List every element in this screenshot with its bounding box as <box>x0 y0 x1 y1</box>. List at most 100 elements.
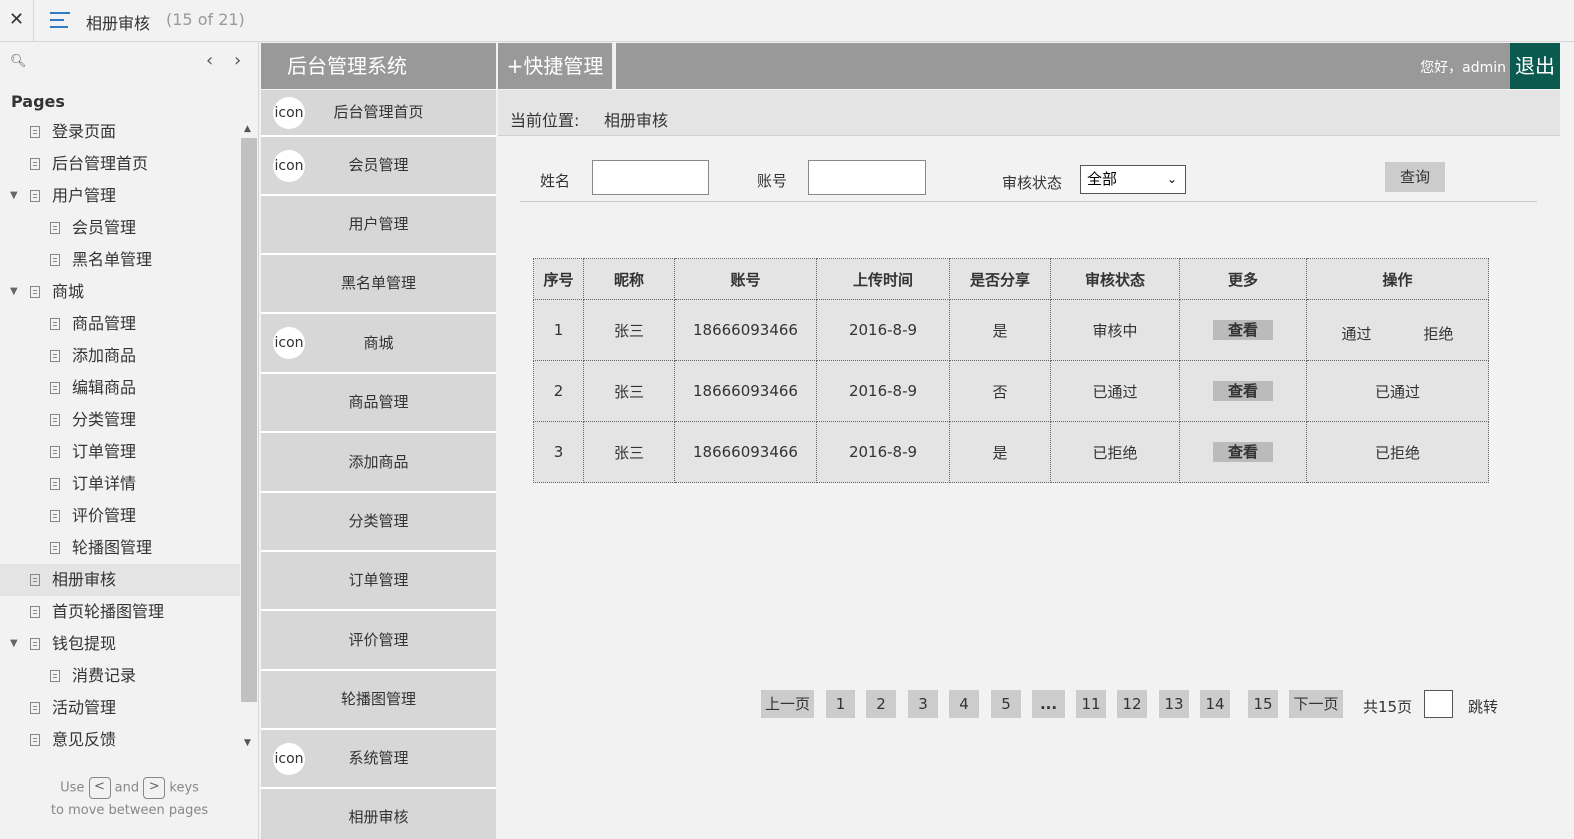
expand-arrow-icon[interactable]: ▼ <box>10 628 18 660</box>
nav-item[interactable]: 分类管理 <box>261 493 496 552</box>
nav-item[interactable]: 轮播图管理 <box>261 671 496 730</box>
page-tree-item[interactable]: ▼ 商城 <box>0 276 240 308</box>
page-tree-item[interactable]: 订单管理 <box>0 436 240 468</box>
page-tree-item[interactable]: ▼ 用户管理 <box>0 180 240 212</box>
prev-page-button[interactable]: 上一页 <box>761 690 814 718</box>
page-tree-label: 登录页面 <box>52 122 117 141</box>
chevron-down-icon: ⌄ <box>1166 172 1177 186</box>
page-tree-item[interactable]: 订单详情 <box>0 468 240 500</box>
page-tree-item[interactable]: 首页轮播图管理 <box>0 596 240 628</box>
page-number-button[interactable]: 1 <box>826 690 855 718</box>
album-review-table: 序号 昵称 账号 上传时间 是否分享 审核状态 更多 操作 1 张三 18666093466 201… <box>533 258 1489 483</box>
column-header: 账号 <box>674 258 817 300</box>
action-status: 已拒绝 <box>1374 443 1420 462</box>
nav-item[interactable]: icon 会员管理 <box>261 137 496 196</box>
nav-item[interactable]: 订单管理 <box>261 552 496 611</box>
page-tree-item[interactable]: 商品管理 <box>0 308 240 340</box>
page-number-button[interactable]: 4 <box>949 690 979 718</box>
cell-status: 已通过 <box>1050 360 1180 422</box>
page-number-button[interactable]: 2 <box>866 690 896 718</box>
cell-more: 查看 <box>1179 299 1307 361</box>
page-doc-icon <box>50 670 60 682</box>
nav-item[interactable]: 评价管理 <box>261 611 496 671</box>
expand-arrow-icon[interactable]: ▼ <box>10 276 18 308</box>
search-icon[interactable]: 🔍︎ <box>10 54 27 69</box>
page-doc-icon <box>50 318 60 330</box>
page-tree-item[interactable]: 消费记录 <box>0 660 240 692</box>
nav-item[interactable]: 用户管理 <box>261 196 496 255</box>
cell-shared: 是 <box>949 421 1051 483</box>
nav-item[interactable]: 商品管理 <box>261 374 496 433</box>
cell-upload-time: 2016-8-9 <box>816 360 950 422</box>
name-input[interactable] <box>592 160 709 195</box>
view-button[interactable]: 查看 <box>1213 442 1273 462</box>
approve-link[interactable]: 通过 <box>1341 323 1371 344</box>
nav-item[interactable]: 黑名单管理 <box>261 255 496 314</box>
query-button[interactable]: 查询 <box>1385 162 1445 192</box>
page-tree-item[interactable]: 分类管理 <box>0 404 240 436</box>
pages-panel: 🔍︎ ‹ › Pages 登录页面 后台管理首页 ▼ 用户管理 会员管理 黑名单管理 ▼ 商城… <box>0 42 259 839</box>
chevron-left-icon[interactable]: ‹ <box>206 50 213 71</box>
page-tree-label: 消费记录 <box>72 666 137 685</box>
logout-button[interactable]: 退出 <box>1510 43 1560 89</box>
page-tree-item[interactable]: 评价管理 <box>0 500 240 532</box>
page-doc-icon <box>30 574 40 586</box>
page-number-button[interactable]: 3 <box>908 690 938 718</box>
view-button[interactable]: 查看 <box>1213 320 1273 340</box>
quick-manage-button[interactable]: +快捷管理 <box>498 43 614 89</box>
page-tree-item[interactable]: 轮播图管理 <box>0 532 240 564</box>
nav-item[interactable]: icon 商城 <box>261 314 496 374</box>
hint-use: Use <box>60 780 85 796</box>
menu-icon[interactable] <box>50 12 70 28</box>
column-header: 更多 <box>1179 258 1307 300</box>
page-tree-item[interactable]: 相册审核 <box>0 564 240 596</box>
page-doc-icon <box>30 734 40 746</box>
page-tree-item[interactable]: 登录页面 <box>0 116 240 148</box>
page-tree-item[interactable]: 添加商品 <box>0 340 240 372</box>
page-number-button[interactable]: 14 <box>1200 690 1230 718</box>
nav-item[interactable]: 添加商品 <box>261 433 496 493</box>
chevron-right-icon[interactable]: › <box>234 50 241 71</box>
view-button[interactable]: 查看 <box>1213 381 1273 401</box>
column-header: 昵称 <box>583 258 675 300</box>
next-page-button[interactable]: 下一页 <box>1289 690 1343 718</box>
hint-keys: keys <box>169 780 199 796</box>
scroll-down-icon[interactable]: ▼ <box>244 738 251 748</box>
expand-arrow-icon[interactable]: ▼ <box>10 180 18 212</box>
page-tree-item[interactable]: 后台管理首页 <box>0 148 240 180</box>
page-tree-item[interactable]: 意见反馈 <box>0 724 240 756</box>
page-doc-icon <box>30 158 40 170</box>
page-number-button[interactable]: 5 <box>991 690 1021 718</box>
nav-item[interactable]: icon 系统管理 <box>261 730 496 789</box>
nav-placeholder-icon: icon <box>273 743 305 775</box>
page-tree-item[interactable]: ▼ 钱包提现 <box>0 628 240 660</box>
table-row: 3 张三 18666093466 2016-8-9 是已拒绝 查看 已拒绝 <box>533 421 1489 483</box>
filter-divider <box>520 201 1537 202</box>
status-select[interactable]: 全部 ⌄ <box>1080 165 1186 194</box>
pages-scrollbar[interactable]: ▲ ▼ <box>241 124 257 748</box>
page-number-button[interactable]: 12 <box>1117 690 1147 718</box>
nav-item[interactable]: 相册审核 <box>261 789 496 839</box>
reject-link[interactable]: 拒绝 <box>1424 323 1454 344</box>
cell-upload-time: 2016-8-9 <box>816 299 950 361</box>
page-tree-item[interactable]: 黑名单管理 <box>0 244 240 276</box>
page-tree-item[interactable]: 会员管理 <box>0 212 240 244</box>
page-number-button[interactable]: 11 <box>1076 690 1106 718</box>
cell-upload-time: 2016-8-9 <box>816 421 950 483</box>
page-number-button[interactable]: 13 <box>1159 690 1189 718</box>
system-title: 后台管理系统 <box>261 43 496 89</box>
cell-more: 查看 <box>1179 421 1307 483</box>
close-icon[interactable]: ✕ <box>0 0 34 41</box>
page-tree-item[interactable]: 活动管理 <box>0 692 240 724</box>
scroll-up-icon[interactable]: ▲ <box>244 124 251 134</box>
nav-item-label: 黑名单管理 <box>340 274 416 292</box>
jump-button[interactable]: 跳转 <box>1468 696 1498 717</box>
jump-page-input[interactable] <box>1424 690 1453 718</box>
account-input[interactable] <box>808 160 926 195</box>
scrollbar-thumb[interactable] <box>241 138 257 702</box>
page-doc-icon <box>50 478 60 490</box>
nav-item[interactable]: icon 后台管理首页 <box>261 90 496 137</box>
page-tree-label: 后台管理首页 <box>52 154 149 173</box>
page-number-button[interactable]: 15 <box>1248 690 1278 718</box>
page-tree-item[interactable]: 编辑商品 <box>0 372 240 404</box>
